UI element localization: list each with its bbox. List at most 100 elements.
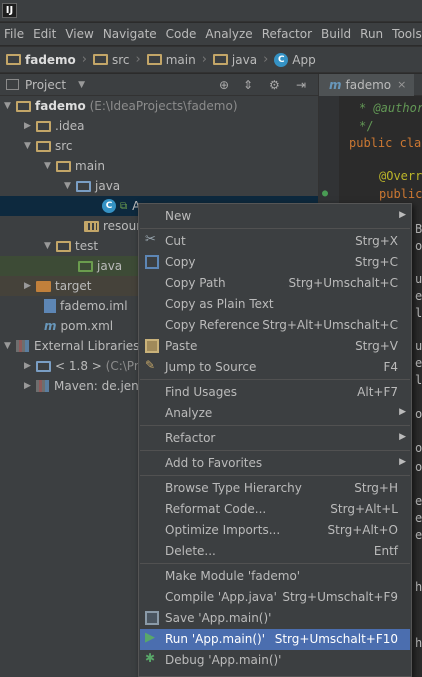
- target-icon[interactable]: ⊕: [219, 78, 229, 92]
- folder-icon: [212, 54, 228, 65]
- folder-icon: [16, 100, 31, 112]
- hide-icon[interactable]: ⇥: [296, 78, 306, 92]
- title-bar: IJ: [0, 0, 422, 22]
- project-panel-header: Project ▼ ⊕ ⇕ ⚙ ⇥: [0, 74, 318, 96]
- menu-item-paste[interactable]: Paste Strg+V: [140, 336, 410, 357]
- submenu-arrow-icon: ▶: [399, 432, 406, 442]
- breadcrumb-project[interactable]: fademo ›: [6, 52, 87, 67]
- breadcrumb-app[interactable]: C App: [274, 52, 316, 67]
- chevron-down-icon[interactable]: ▼: [78, 80, 85, 90]
- menu-separator: [140, 379, 410, 380]
- menu-item-new[interactable]: New ▶: [140, 206, 410, 227]
- module-file-icon: [44, 299, 56, 313]
- tree-node-idea[interactable]: ▶ .idea: [0, 116, 318, 136]
- folder-icon: [146, 54, 162, 65]
- menu-item-make-module[interactable]: Make Module 'fademo': [140, 566, 410, 587]
- menu-build[interactable]: Build: [321, 27, 351, 41]
- folder-icon: [93, 54, 108, 65]
- close-icon[interactable]: ×: [397, 78, 406, 91]
- breadcrumb-main[interactable]: main ›: [146, 52, 207, 67]
- menu-item-add-to-favorites[interactable]: Add to Favorites ▶: [140, 453, 410, 474]
- menu-item-copy-reference[interactable]: Copy Reference Strg+Alt+Umschalt+C: [140, 315, 410, 336]
- folder-icon: [56, 240, 71, 252]
- menu-separator: [140, 563, 410, 564]
- chevron-right-icon: ›: [135, 52, 141, 67]
- expand-arrow-icon[interactable]: ▼: [44, 241, 56, 251]
- menu-item-optimize-imports[interactable]: Optimize Imports... Strg+Alt+O: [140, 520, 410, 541]
- menu-item-refactor[interactable]: Refactor ▶: [140, 428, 410, 449]
- tab-fademo[interactable]: m fademo ×: [319, 73, 415, 96]
- menu-separator: [140, 475, 410, 476]
- folder-icon: [6, 54, 21, 65]
- tree-node-src[interactable]: ▼ src: [0, 136, 318, 156]
- split-icon[interactable]: ⇕: [243, 78, 253, 92]
- collapse-arrow-icon[interactable]: ▶: [24, 361, 36, 371]
- expand-arrow-icon[interactable]: ▼: [4, 341, 16, 351]
- test-folder-icon: [78, 260, 93, 272]
- editor-tab-strip: m fademo ×: [318, 73, 422, 96]
- menu-item-debug[interactable]: ✱ Debug 'App.main()': [140, 650, 410, 671]
- menu-item-copy-path[interactable]: Copy Path Strg+Umschalt+C: [140, 273, 410, 294]
- library-icon: [36, 380, 49, 392]
- excluded-folder-icon: [36, 280, 51, 292]
- chevron-right-icon: ›: [201, 52, 207, 67]
- scissors-icon: ✂: [145, 232, 156, 247]
- debug-bug-icon: ✱: [145, 651, 156, 665]
- menu-view[interactable]: View: [65, 27, 93, 41]
- menu-item-jump-to-source[interactable]: ✎ Jump to Source F4: [140, 357, 410, 378]
- menu-run[interactable]: Run: [360, 27, 383, 41]
- expand-arrow-icon[interactable]: ▼: [44, 161, 56, 171]
- submenu-arrow-icon: ▶: [399, 210, 406, 220]
- menu-item-find-usages[interactable]: Find Usages Alt+F7: [140, 382, 410, 403]
- menu-item-run[interactable]: ▶ Run 'App.main()' Strg+Umschalt+F10: [140, 629, 410, 650]
- source-folder-icon: [76, 180, 91, 192]
- save-config-icon: [145, 611, 159, 625]
- menu-item-save-run-config[interactable]: Save 'App.main()': [140, 608, 410, 629]
- chevron-right-icon: ›: [263, 52, 269, 67]
- maven-icon: m: [44, 319, 57, 333]
- collapse-arrow-icon[interactable]: ▶: [24, 281, 36, 291]
- pencil-icon: ✎: [145, 358, 156, 372]
- menu-item-delete[interactable]: Delete... Entf: [140, 541, 410, 562]
- expand-arrow-icon[interactable]: ▼: [4, 101, 16, 111]
- breadcrumb-java[interactable]: java ›: [212, 52, 269, 67]
- menu-code[interactable]: Code: [166, 27, 197, 41]
- tree-node-fademo[interactable]: ▼ fademo (E:\IdeaProjects\fademo): [0, 96, 318, 116]
- run-icon: ▶: [145, 630, 155, 645]
- run-config-icon: ⧉: [120, 200, 128, 212]
- menu-item-cut[interactable]: ✂ Cut Strg+X: [140, 231, 410, 252]
- collapse-arrow-icon[interactable]: ▶: [24, 381, 36, 391]
- menu-item-copy-plain-text[interactable]: Copy as Plain Text: [140, 294, 410, 315]
- menu-edit[interactable]: Edit: [33, 27, 56, 41]
- menu-refactor[interactable]: Refactor: [262, 27, 312, 41]
- menu-file[interactable]: File: [4, 27, 24, 41]
- tree-node-java[interactable]: ▼ java: [0, 176, 318, 196]
- breadcrumb-src[interactable]: src ›: [93, 52, 141, 67]
- menu-item-browse-type-hierarchy[interactable]: Browse Type Hierarchy Strg+H: [140, 478, 410, 499]
- submenu-arrow-icon: ▶: [399, 457, 406, 467]
- folder-icon: [36, 120, 51, 132]
- menu-tools[interactable]: Tools: [392, 27, 422, 41]
- context-menu: New ▶ ✂ Cut Strg+X Copy Strg+C Copy Path…: [138, 203, 412, 677]
- menu-item-copy[interactable]: Copy Strg+C: [140, 252, 410, 273]
- menu-item-reformat-code[interactable]: Reformat Code... Strg+Alt+L: [140, 499, 410, 520]
- folder-icon: [36, 140, 51, 152]
- intellij-logo-icon: IJ: [2, 3, 17, 18]
- menu-separator: [140, 425, 410, 426]
- menu-navigate[interactable]: Navigate: [103, 27, 157, 41]
- menu-bar: File Edit View Navigate Code Analyze Ref…: [0, 23, 422, 45]
- project-view-selector[interactable]: Project: [25, 78, 66, 92]
- tree-node-main[interactable]: ▼ main: [0, 156, 318, 176]
- gear-icon[interactable]: ⚙: [269, 78, 280, 92]
- override-gutter-icon[interactable]: ●: [322, 188, 328, 199]
- collapse-arrow-icon[interactable]: ▶: [24, 121, 36, 131]
- expand-arrow-icon[interactable]: ▼: [64, 181, 76, 191]
- menu-item-analyze[interactable]: Analyze ▶: [140, 403, 410, 424]
- submenu-arrow-icon: ▶: [399, 407, 406, 417]
- class-icon: C: [274, 52, 289, 67]
- menu-item-compile[interactable]: Compile 'App.java' Strg+Umschalt+F9: [140, 587, 410, 608]
- expand-arrow-icon[interactable]: ▼: [24, 141, 36, 151]
- class-icon: C: [102, 199, 116, 213]
- menu-analyze[interactable]: Analyze: [205, 27, 252, 41]
- jdk-icon: [36, 360, 51, 372]
